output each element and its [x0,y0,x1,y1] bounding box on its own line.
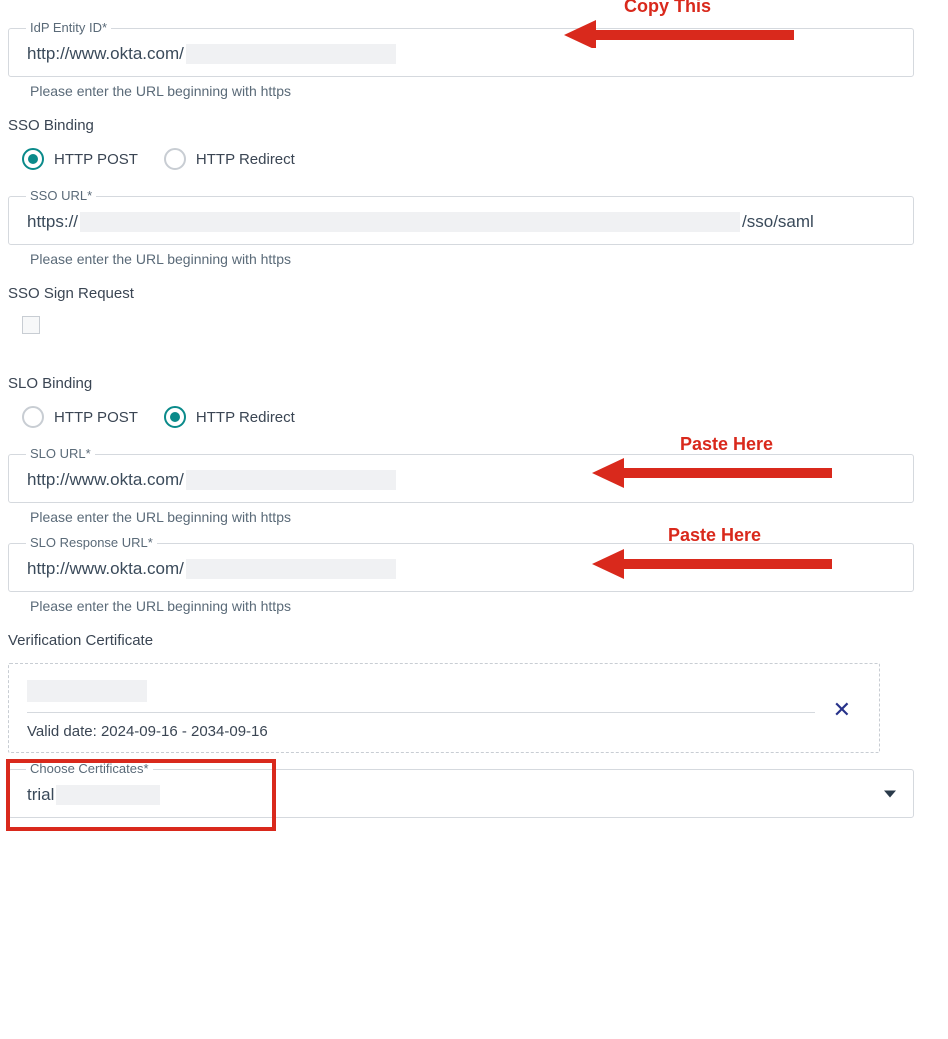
divider [27,712,815,713]
radio-sso-http-redirect[interactable]: HTTP Redirect [164,148,295,170]
radio-icon [22,148,44,170]
sso-url-value-suffix: /sso/saml [742,212,814,232]
redacted-mask [56,785,160,805]
slo-binding-radio-group: HTTP POST HTTP Redirect [22,406,940,428]
sso-url-value-prefix: https:// [27,212,78,232]
slo-response-url-input[interactable]: http://www.okta.com/ [8,543,914,592]
radio-label: HTTP POST [54,409,138,426]
redacted-mask [186,470,396,490]
idp-entity-id-helper: Please enter the URL beginning with http… [30,83,940,99]
sso-url-field: SSO URL* https:// /sso/saml [8,196,914,245]
radio-icon [164,406,186,428]
slo-url-field: Paste Here SLO URL* http://www.okta.com/ [8,454,914,503]
redacted-mask [27,680,147,702]
radio-label: HTTP Redirect [196,151,295,168]
choose-certificates-label: Choose Certificates* [26,761,153,776]
sso-url-label: SSO URL* [26,188,96,203]
sso-url-input[interactable]: https:// /sso/saml [8,196,914,245]
close-icon: ✕ [833,697,851,722]
sso-binding-radio-group: HTTP POST HTTP Redirect [22,148,940,170]
radio-label: HTTP POST [54,151,138,168]
slo-response-url-label: SLO Response URL* [26,535,157,550]
sso-sign-request-label: SSO Sign Request [8,285,940,302]
idp-entity-id-field: Copy This IdP Entity ID* http://www.okta… [8,28,914,77]
radio-sso-http-post[interactable]: HTTP POST [22,148,138,170]
slo-url-label: SLO URL* [26,446,95,461]
slo-binding-label: SLO Binding [8,375,940,392]
slo-url-value-prefix: http://www.okta.com/ [27,470,184,490]
annotation-text: Paste Here [680,434,773,455]
annotation-text: Copy This [624,0,711,17]
redacted-mask [186,559,396,579]
idp-entity-id-label: IdP Entity ID* [26,20,111,35]
remove-certificate-button[interactable]: ✕ [823,697,861,723]
choose-certificates-select[interactable]: trial [8,769,914,818]
slo-url-helper: Please enter the URL beginning with http… [30,509,940,525]
radio-slo-http-redirect[interactable]: HTTP Redirect [164,406,295,428]
idp-entity-id-input[interactable]: http://www.okta.com/ [8,28,914,77]
sso-sign-request-checkbox[interactable] [22,316,40,334]
slo-response-url-field: Paste Here SLO Response URL* http://www.… [8,543,914,592]
slo-response-url-value-prefix: http://www.okta.com/ [27,559,184,579]
radio-icon [22,406,44,428]
choose-certificates-value-prefix: trial [27,785,54,805]
redacted-mask [186,44,396,64]
slo-response-url-helper: Please enter the URL beginning with http… [30,598,940,614]
sso-binding-label: SSO Binding [8,117,940,134]
certificate-card: Valid date: 2024-09-16 - 2034-09-16 ✕ [8,663,880,753]
redacted-mask [80,212,740,232]
chevron-down-icon [884,790,896,797]
certificate-valid-date: Valid date: 2024-09-16 - 2034-09-16 [27,723,823,740]
idp-entity-id-value-prefix: http://www.okta.com/ [27,44,184,64]
slo-url-input[interactable]: http://www.okta.com/ [8,454,914,503]
radio-icon [164,148,186,170]
radio-label: HTTP Redirect [196,409,295,426]
radio-slo-http-post[interactable]: HTTP POST [22,406,138,428]
verification-certificate-label: Verification Certificate [8,632,940,649]
choose-certificates-field: Choose Certificates* trial [8,769,914,818]
sso-url-helper: Please enter the URL beginning with http… [30,251,940,267]
